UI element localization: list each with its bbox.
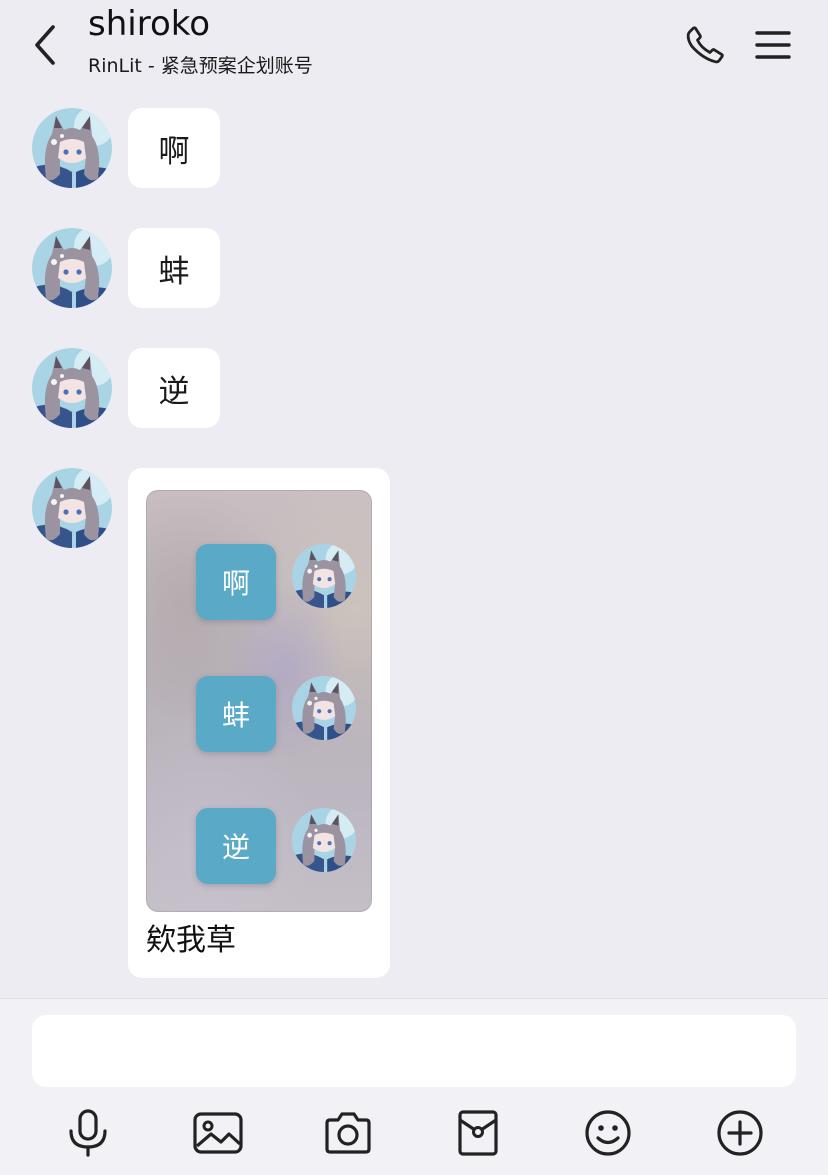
- chevron-left-icon: [35, 25, 55, 65]
- preview-avatar: [292, 544, 356, 608]
- menu-button[interactable]: [750, 22, 796, 68]
- message-bubble[interactable]: 逆: [128, 348, 220, 428]
- microphone-icon: [69, 1109, 107, 1157]
- camera-icon: [325, 1112, 371, 1154]
- menu-icon: [755, 31, 791, 59]
- input-bar: [0, 998, 828, 1175]
- preview-message-bubble: 逆: [196, 808, 276, 884]
- chat-title: shiroko: [88, 4, 211, 44]
- camera-button[interactable]: [318, 1103, 378, 1163]
- message-bubble[interactable]: 蚌: [128, 228, 220, 308]
- preview-message-bubble: 蚌: [196, 676, 276, 752]
- voice-button[interactable]: [58, 1103, 118, 1163]
- chat-subtitle: RinLit - 紧急预案企划账号: [88, 55, 313, 77]
- preview-avatar: [292, 676, 356, 740]
- emoji-button[interactable]: [578, 1103, 638, 1163]
- image-button[interactable]: [188, 1103, 248, 1163]
- emoji-icon: [585, 1110, 631, 1156]
- avatar[interactable]: [32, 108, 112, 188]
- red-packet-icon: [458, 1110, 498, 1156]
- preview-message-bubble: 啊: [196, 544, 276, 620]
- more-button[interactable]: [710, 1103, 770, 1163]
- image-caption: 欸我草: [146, 923, 236, 958]
- avatar[interactable]: [32, 468, 112, 548]
- message-bubble[interactable]: 啊: [128, 108, 220, 188]
- image-message-bubble[interactable]: 啊 蚌 逆 欸我草: [128, 468, 390, 978]
- avatar[interactable]: [32, 348, 112, 428]
- message-input[interactable]: [32, 1015, 796, 1087]
- plus-icon: [717, 1110, 763, 1156]
- avatar[interactable]: [32, 228, 112, 308]
- call-button[interactable]: [682, 22, 728, 68]
- preview-avatar: [292, 808, 356, 872]
- screenshot-image[interactable]: 啊 蚌 逆: [146, 490, 372, 912]
- red-packet-button[interactable]: [448, 1103, 508, 1163]
- chat-header: shiroko RinLit - 紧急预案企划账号: [0, 0, 828, 96]
- image-icon: [193, 1112, 243, 1154]
- phone-icon: [686, 26, 724, 64]
- back-button[interactable]: [22, 20, 66, 70]
